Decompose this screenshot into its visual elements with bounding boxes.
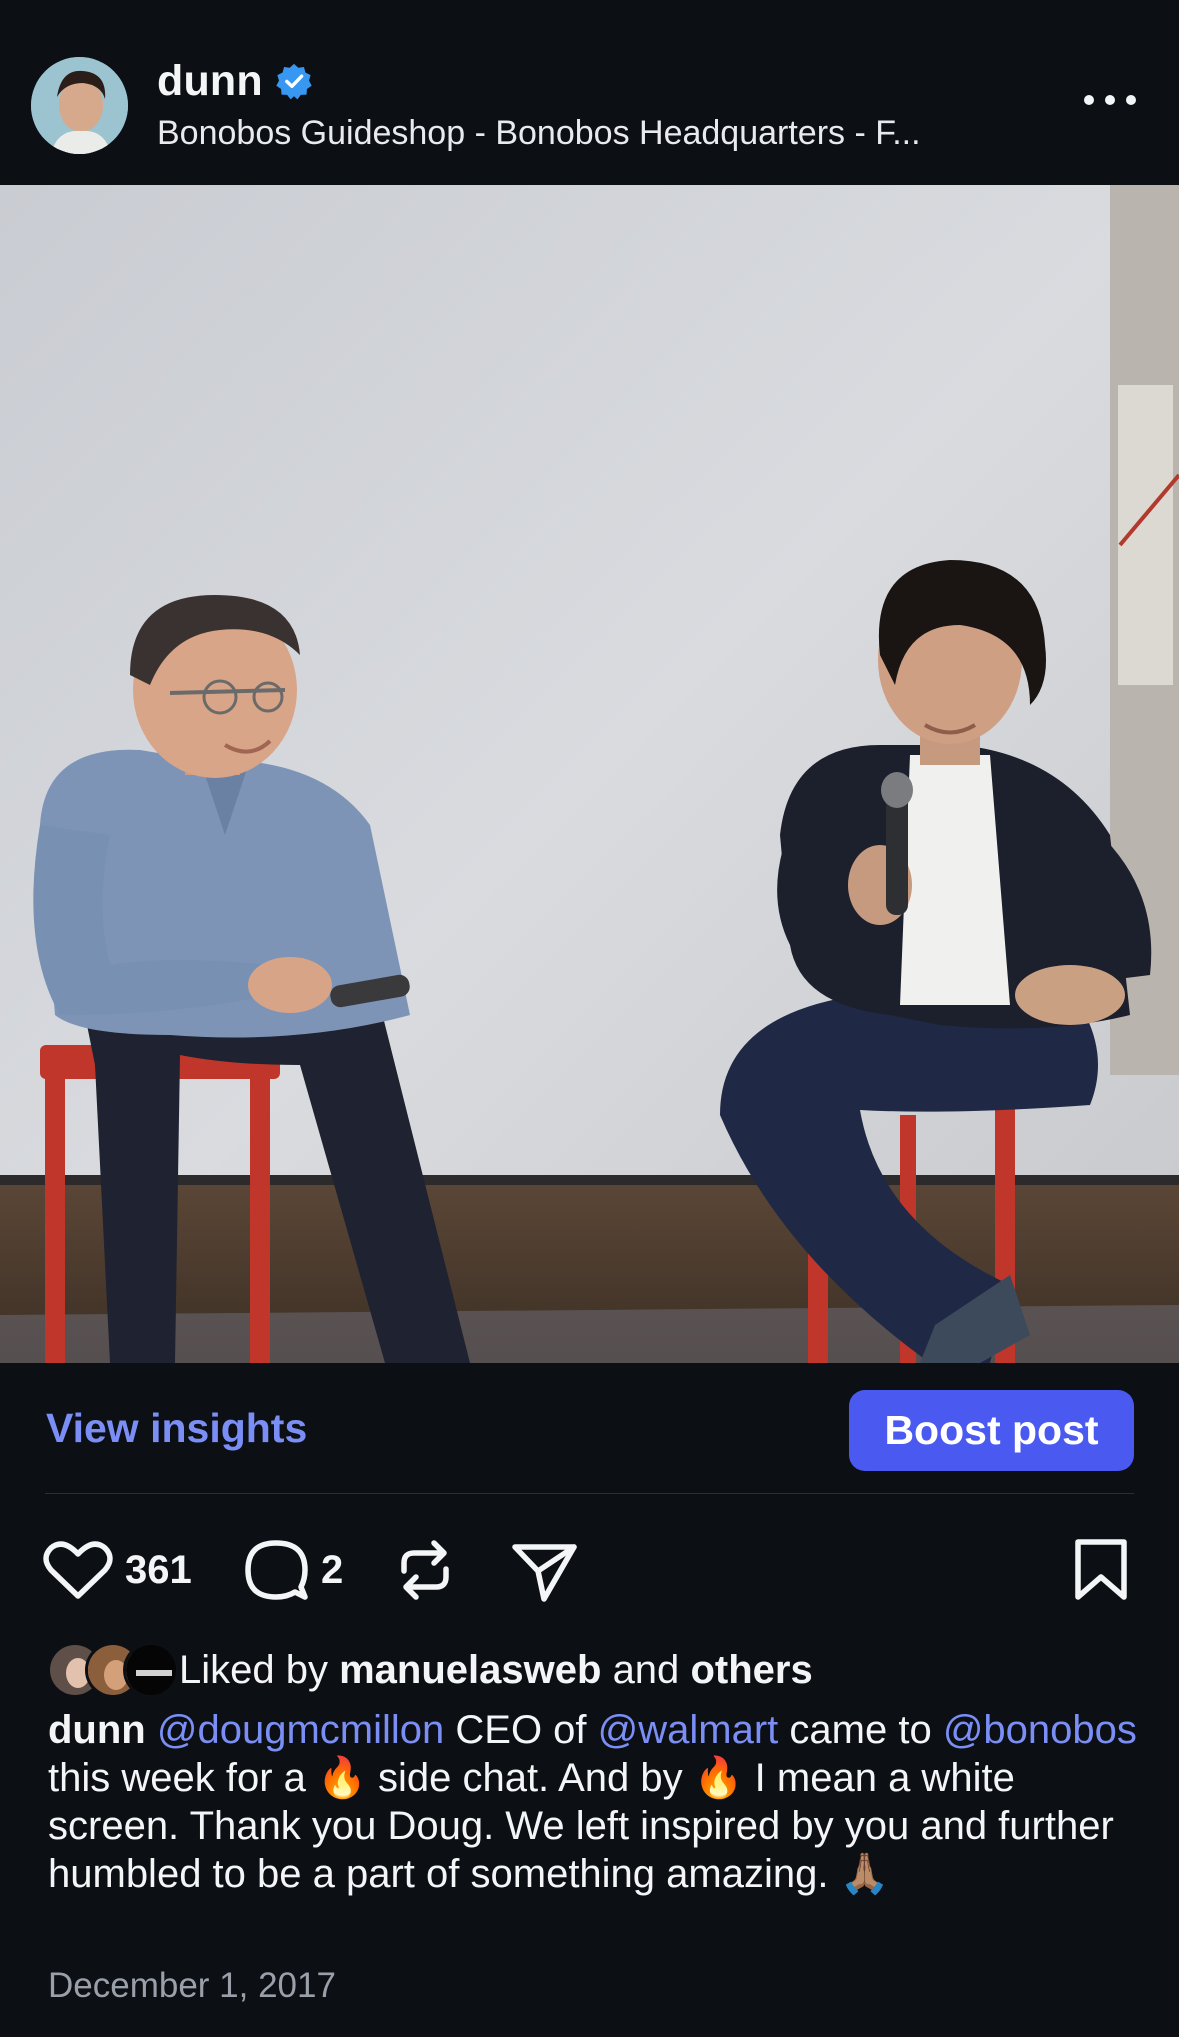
mention-link[interactable]: @walmart xyxy=(598,1708,779,1752)
heart-icon[interactable] xyxy=(43,1538,113,1602)
mention-link[interactable]: @bonobos xyxy=(943,1708,1137,1752)
more-horizontal-icon[interactable] xyxy=(1084,86,1136,114)
comment-action[interactable]: 2 xyxy=(243,1530,343,1610)
repost-icon[interactable] xyxy=(396,1537,454,1603)
like-action[interactable]: 361 xyxy=(43,1530,192,1610)
fire-emoji: 🔥 xyxy=(693,1756,744,1800)
share-action[interactable] xyxy=(510,1530,580,1610)
boost-post-button[interactable]: Boost post xyxy=(849,1390,1134,1471)
avatar-image xyxy=(31,57,128,154)
share-icon[interactable] xyxy=(510,1537,580,1603)
divider xyxy=(45,1493,1134,1494)
post-header: dunn Bonobos Guideshop - Bonobos Headqua… xyxy=(0,0,1179,185)
bookmark-action[interactable] xyxy=(1072,1530,1130,1610)
fire-emoji: 🔥 xyxy=(317,1756,367,1800)
user-avatar[interactable] xyxy=(31,57,128,154)
liker-avatar-bonobos xyxy=(123,1642,179,1698)
praying-hands-emoji: 🙏🏽 xyxy=(839,1852,890,1896)
comment-count[interactable]: 2 xyxy=(321,1548,343,1593)
post-image[interactable] xyxy=(0,185,1179,1363)
mention-link[interactable]: @dougmcmillon xyxy=(157,1708,444,1752)
bookmark-icon[interactable] xyxy=(1072,1537,1130,1603)
post-date: December 1, 2017 xyxy=(48,1966,336,2005)
post-caption: dunn @dougmcmillon CEO of @walmart came … xyxy=(48,1708,1137,1896)
username-row: dunn xyxy=(157,56,313,106)
liked-by-text: Liked by manuelasweb and others xyxy=(179,1647,813,1692)
repost-action[interactable] xyxy=(396,1530,454,1610)
like-count[interactable]: 361 xyxy=(125,1548,192,1593)
liked-by-user[interactable]: manuelasweb xyxy=(339,1648,601,1692)
liked-by-row[interactable]: Liked by manuelasweb and others xyxy=(47,1640,813,1700)
post-location[interactable]: Bonobos Guideshop - Bonobos Headquarters… xyxy=(157,114,1037,153)
username[interactable]: dunn xyxy=(157,57,263,106)
view-insights-link[interactable]: View insights xyxy=(46,1405,307,1452)
post-photo-illustration xyxy=(0,185,1179,1363)
caption-username[interactable]: dunn xyxy=(48,1708,146,1752)
insights-bar: View insights Boost post xyxy=(0,1363,1179,1493)
verified-badge-icon xyxy=(276,63,312,100)
comment-icon[interactable] xyxy=(243,1537,309,1603)
post-actions: 361 2 xyxy=(0,1530,1179,1610)
liked-by-others[interactable]: others xyxy=(690,1648,812,1692)
